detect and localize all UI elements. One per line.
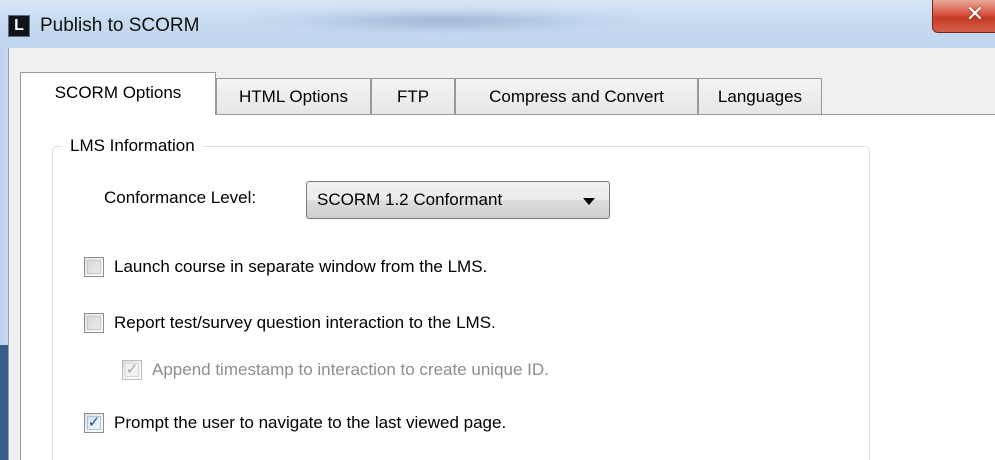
title-bar[interactable]: L Publish to SCORM <box>0 0 995 48</box>
append-timestamp-checkbox: ✓ <box>122 360 142 380</box>
app-logo-icon: L <box>8 15 30 37</box>
tab-ftp[interactable]: FTP <box>371 78 455 114</box>
lms-information-label: LMS Information <box>62 134 203 158</box>
launch-separate-window-checkbox[interactable] <box>84 257 104 277</box>
checkmark-icon: ✓ <box>125 361 139 378</box>
title-bar-blur <box>255 8 635 34</box>
report-interaction-label[interactable]: Report test/survey question interaction … <box>114 311 496 335</box>
launch-separate-window-label[interactable]: Launch course in separate window from th… <box>114 255 487 279</box>
prompt-last-viewed-page-label[interactable]: Prompt the user to navigate to the last … <box>114 411 506 435</box>
report-interaction-checkbox[interactable] <box>84 313 104 333</box>
conformance-level-select[interactable]: SCORM 1.2 Conformant <box>306 181 610 219</box>
app-logo-letter: L <box>14 17 24 34</box>
tab-compress-and-convert[interactable]: Compress and Convert <box>455 78 698 114</box>
dropdown-arrow-icon <box>583 198 595 205</box>
checkmark-icon: ✓ <box>87 414 101 431</box>
checkbox-box <box>87 316 101 330</box>
checkbox-box <box>87 260 101 274</box>
tab-label: HTML Options <box>239 87 348 106</box>
tab-label: FTP <box>396 87 430 106</box>
tab-html-options[interactable]: HTML Options <box>216 78 371 114</box>
tab-label: Languages <box>717 87 803 106</box>
prompt-last-viewed-page-checkbox[interactable]: ✓ <box>84 413 104 433</box>
close-icon: ✕ <box>965 1 985 26</box>
tab-languages[interactable]: Languages <box>698 78 822 114</box>
tab-label: SCORM Options <box>54 83 182 102</box>
tab-label: Compress and Convert <box>489 87 664 106</box>
conformance-level-label: Conformance Level: <box>104 188 257 207</box>
window-left-border-shadow <box>0 345 8 460</box>
tab-scorm-options[interactable]: SCORM Options <box>20 72 216 115</box>
close-button[interactable]: ✕ <box>932 0 995 33</box>
conformance-level-value: SCORM 1.2 Conformant <box>317 190 503 209</box>
append-timestamp-label: Append timestamp to interaction to creat… <box>152 360 549 379</box>
window-title: Publish to SCORM <box>40 15 200 36</box>
publish-dialog: L Publish to SCORM ✕ SCORM Options HTML … <box>0 0 995 460</box>
